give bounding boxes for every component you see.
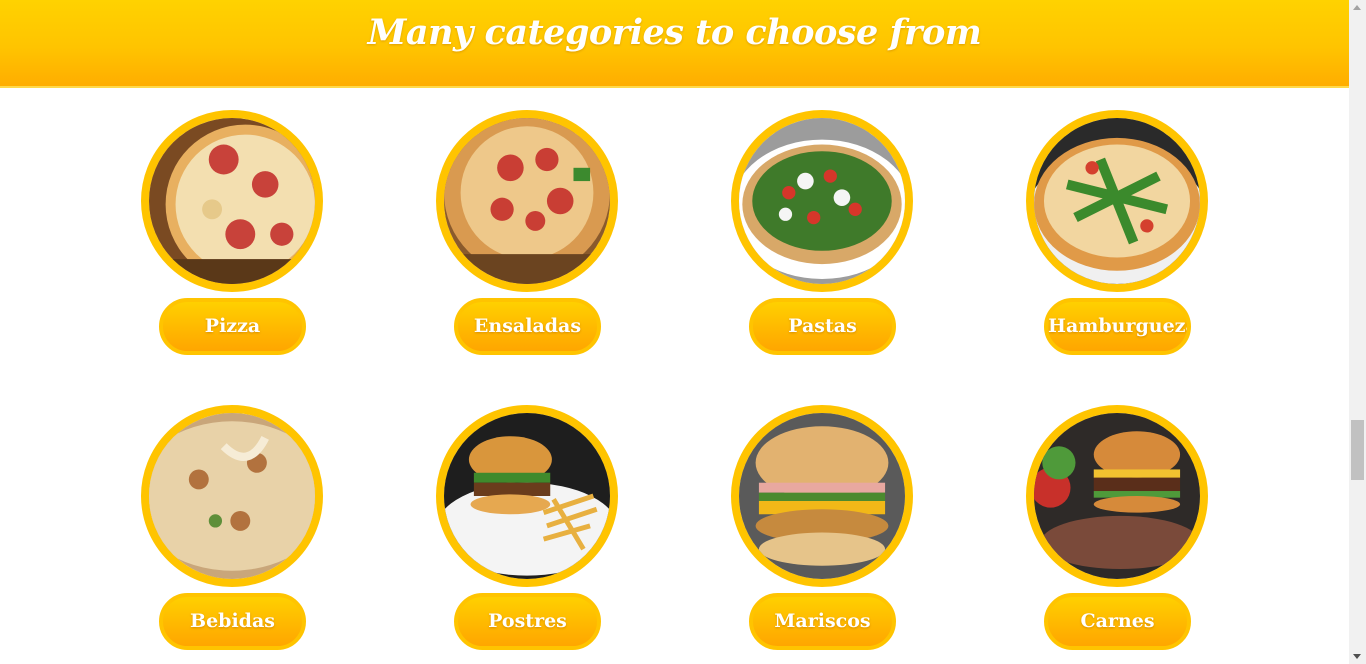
category-card-ensaladas[interactable]: Ensaladas xyxy=(424,110,624,360)
cheese-pizza-photo[interactable] xyxy=(141,405,323,587)
category-button-ensaladas[interactable]: Ensaladas xyxy=(454,298,601,355)
category-card-carnes[interactable]: Carnes xyxy=(1014,405,1214,655)
scroll-thumb[interactable] xyxy=(1351,420,1364,480)
category-card-mariscos[interactable]: Mariscos xyxy=(719,405,919,655)
category-card-bebidas[interactable]: Bebidas xyxy=(129,405,329,655)
category-card-pastas[interactable]: Pastas xyxy=(719,110,919,360)
category-button-hamburgueza[interactable]: Hamburgueza xyxy=(1044,298,1191,355)
page: Many categories to choose from Pizza Ens… xyxy=(0,0,1349,664)
scroll-up-icon[interactable] xyxy=(1353,5,1361,10)
header-banner: Many categories to choose from xyxy=(0,0,1349,86)
pizza-photo[interactable] xyxy=(436,110,618,292)
category-button-pizza[interactable]: Pizza xyxy=(159,298,306,355)
burger-fries-photo[interactable] xyxy=(436,405,618,587)
pizza-photo[interactable] xyxy=(141,110,323,292)
category-card-hamburgueza[interactable]: Hamburgueza xyxy=(1014,110,1214,360)
arugula-pizza-photo[interactable] xyxy=(1026,110,1208,292)
category-button-pastas[interactable]: Pastas xyxy=(749,298,896,355)
category-card-pizza[interactable]: Pizza xyxy=(129,110,329,360)
category-card-postres[interactable]: Postres xyxy=(424,405,624,655)
vertical-scrollbar[interactable] xyxy=(1349,0,1366,664)
category-button-postres[interactable]: Postres xyxy=(454,593,601,650)
category-button-bebidas[interactable]: Bebidas xyxy=(159,593,306,650)
page-title: Many categories to choose from xyxy=(367,12,982,53)
scroll-down-icon[interactable] xyxy=(1353,654,1361,659)
category-button-mariscos[interactable]: Mariscos xyxy=(749,593,896,650)
burger-photo[interactable] xyxy=(1026,405,1208,587)
arugula-pizza-photo[interactable] xyxy=(731,110,913,292)
chicken-burger-photo[interactable] xyxy=(731,405,913,587)
category-button-carnes[interactable]: Carnes xyxy=(1044,593,1191,650)
